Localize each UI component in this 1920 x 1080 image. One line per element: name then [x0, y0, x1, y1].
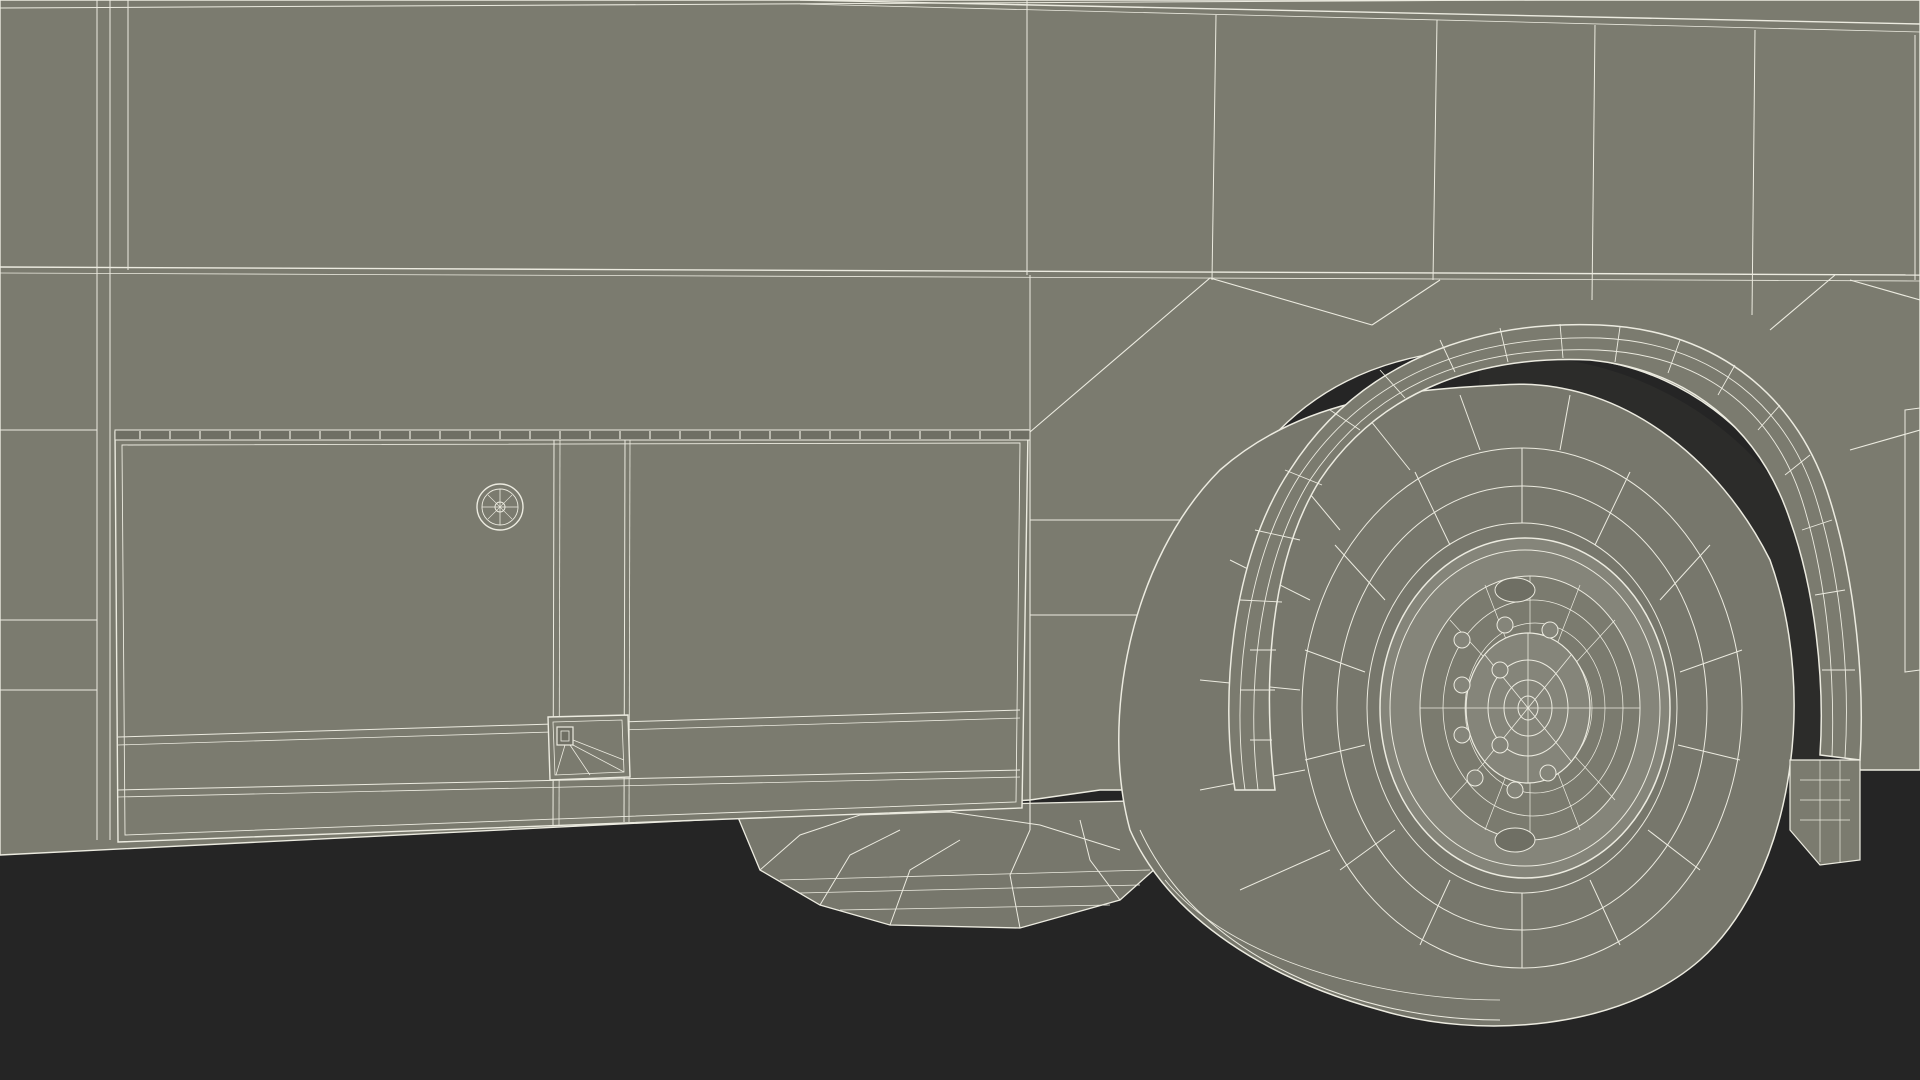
wheel-hub-icon — [1465, 632, 1591, 784]
rim-hole — [1494, 827, 1536, 853]
luggage-compartment — [114, 429, 1031, 843]
front-wheel — [1118, 383, 1795, 1027]
rim-hole — [1494, 577, 1536, 603]
hinge-strip — [114, 429, 1031, 441]
panel-latch-icon — [547, 714, 631, 781]
fuel-cap-icon — [476, 483, 524, 531]
wireframe-viewport — [0, 0, 1920, 1080]
